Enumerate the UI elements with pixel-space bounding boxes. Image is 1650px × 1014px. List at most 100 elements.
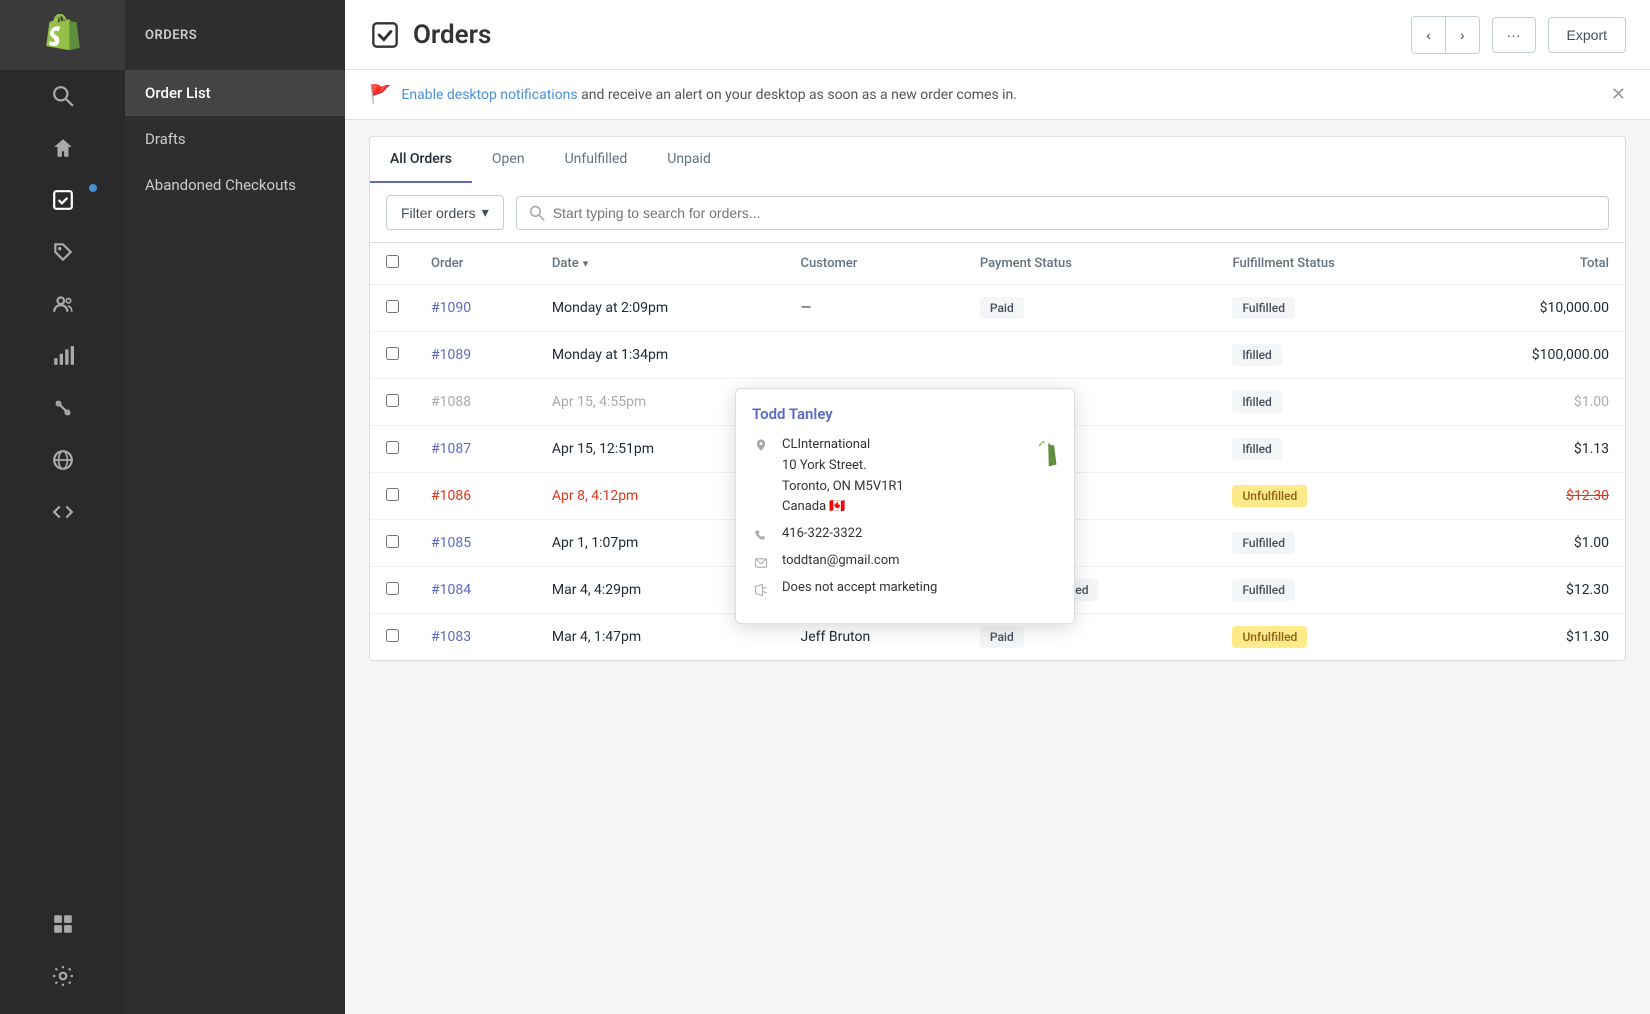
nav-item-order-list[interactable]: Order List [125,70,345,116]
order-link[interactable]: #1085 [431,535,471,551]
customer-tooltip: Todd Tanley CLInternational 10 York Stre… [735,388,1075,624]
row-checkbox[interactable] [386,347,399,360]
fulfillment-status-badge: Fulfilled [1232,297,1295,319]
orders-badge [89,184,97,192]
customers-icon[interactable] [0,278,125,330]
order-date: Monday at 2:09pm [552,300,668,316]
col-order: Order [415,243,536,285]
next-button[interactable]: › [1446,17,1479,53]
order-link[interactable]: #1088 [431,394,471,410]
row-checkbox[interactable] [386,441,399,454]
header-orders-icon [369,19,401,51]
analytics-icon[interactable] [0,330,125,382]
tab-unfulfilled[interactable]: Unfulfilled [545,137,648,183]
fulfillment-status-badge: Fulfilled [1232,532,1295,554]
order-total: $12.30 [1566,582,1609,598]
apps-icon[interactable] [0,898,125,950]
search-icon [529,205,545,221]
page-title: Orders [413,20,1399,50]
order-total: $100,000.00 [1532,347,1609,363]
close-notification-button[interactable]: ✕ [1611,84,1626,105]
row-checkbox[interactable] [386,300,399,313]
tab-all-orders[interactable]: All Orders [370,137,472,183]
tooltip-phone: 416-322-3322 [782,526,862,541]
flag-icon: 🚩 [369,84,391,105]
tags-icon[interactable] [0,226,125,278]
order-total: $12.30 [1566,488,1609,504]
filter-button-label: Filter orders [401,205,476,221]
order-total: $10,000.00 [1540,300,1609,316]
tabs: All Orders Open Unfulfilled Unpaid [369,136,1626,183]
order-date: Apr 8, 4:12pm [552,488,638,504]
order-date: Apr 1, 1:07pm [552,535,638,551]
tooltip-address: CLInternational 10 York Street. Toronto,… [782,435,904,518]
col-date[interactable]: Date ▾ [536,243,785,285]
orders-area: All Orders Open Unfulfilled Unpaid Filte… [345,120,1650,1014]
order-link[interactable]: #1084 [431,582,471,598]
notification-text: Enable desktop notifications and receive… [401,87,1017,103]
fulfillment-status-badge: lfilled [1232,391,1281,413]
row-checkbox[interactable] [386,629,399,642]
more-button[interactable]: ··· [1492,17,1536,53]
orders-icon[interactable] [0,174,125,226]
order-date: Mar 4, 4:29pm [552,582,641,598]
customer-name: Jeff Bruton [801,629,871,645]
fulfillment-status-badge: lfilled [1232,344,1281,366]
globe-icon[interactable] [0,434,125,486]
filter-bar: Filter orders ▾ [369,183,1626,243]
order-total: $1.13 [1574,441,1609,457]
fulfillment-status-badge: Fulfilled [1232,579,1295,601]
tab-open[interactable]: Open [472,137,545,183]
tooltip-email: toddtan@gmail.com [782,553,900,568]
filter-chevron-icon: ▾ [482,204,489,221]
order-date: Mar 4, 1:47pm [552,629,641,645]
sidebar [0,0,125,1014]
nav-item-abandoned-checkouts[interactable]: Abandoned Checkouts [125,162,345,208]
fulfillment-status-badge: Unfulfilled [1232,626,1307,648]
search-icon[interactable] [0,70,125,122]
order-link[interactable]: #1090 [431,300,471,316]
order-link[interactable]: #1086 [431,488,471,504]
row-checkbox[interactable] [386,394,399,407]
filter-button[interactable]: Filter orders ▾ [386,195,504,230]
order-link[interactable]: #1089 [431,347,471,363]
export-button[interactable]: Export [1548,17,1626,53]
row-checkbox[interactable] [386,488,399,501]
tooltip-address-row: CLInternational 10 York Street. Toronto,… [752,435,1058,518]
order-date: Apr 15, 4:55pm [552,394,646,410]
discounts-icon[interactable] [0,382,125,434]
tooltip-phone-row: 416-322-3322 [752,526,1058,545]
header: Orders ‹ › ··· Export [345,0,1650,70]
col-total: Total [1442,243,1625,285]
tooltip-customer-name: Todd Tanley [752,405,1058,423]
home-icon[interactable] [0,122,125,174]
sidebar-logo [0,0,125,70]
tab-unpaid[interactable]: Unpaid [647,137,731,183]
marketing-icon [752,581,770,599]
notification-bar: 🚩 Enable desktop notifications and recei… [345,70,1650,120]
order-link[interactable]: #1087 [431,441,471,457]
code-icon[interactable] [0,486,125,538]
tooltip-email-row: toddtan@gmail.com [752,553,1058,572]
main-content: Orders ‹ › ··· Export 🚩 Enable desktop n… [345,0,1650,1014]
order-total: $1.00 [1574,535,1609,551]
payment-status-badge: Paid [980,626,1024,648]
phone-icon [752,527,770,545]
notification-link[interactable]: Enable desktop notifications [401,87,577,103]
search-input[interactable] [553,205,1596,221]
order-total: $11.30 [1566,629,1609,645]
order-link[interactable]: #1083 [431,629,471,645]
settings-icon[interactable] [0,950,125,1002]
pagination-group: ‹ › [1411,16,1479,54]
row-checkbox[interactable] [386,582,399,595]
search-box [516,196,1609,230]
nav-item-drafts[interactable]: Drafts [125,116,345,162]
fulfillment-status-badge: lfilled [1232,438,1281,460]
email-icon [752,554,770,572]
select-all-checkbox[interactable] [386,255,399,268]
prev-button[interactable]: ‹ [1412,17,1446,53]
row-checkbox[interactable] [386,535,399,548]
nav-title: ORDERS [125,0,345,70]
date-sort-icon: ▾ [583,257,589,270]
nav-panel: ORDERS Order List Drafts Abandoned Check… [125,0,345,1014]
